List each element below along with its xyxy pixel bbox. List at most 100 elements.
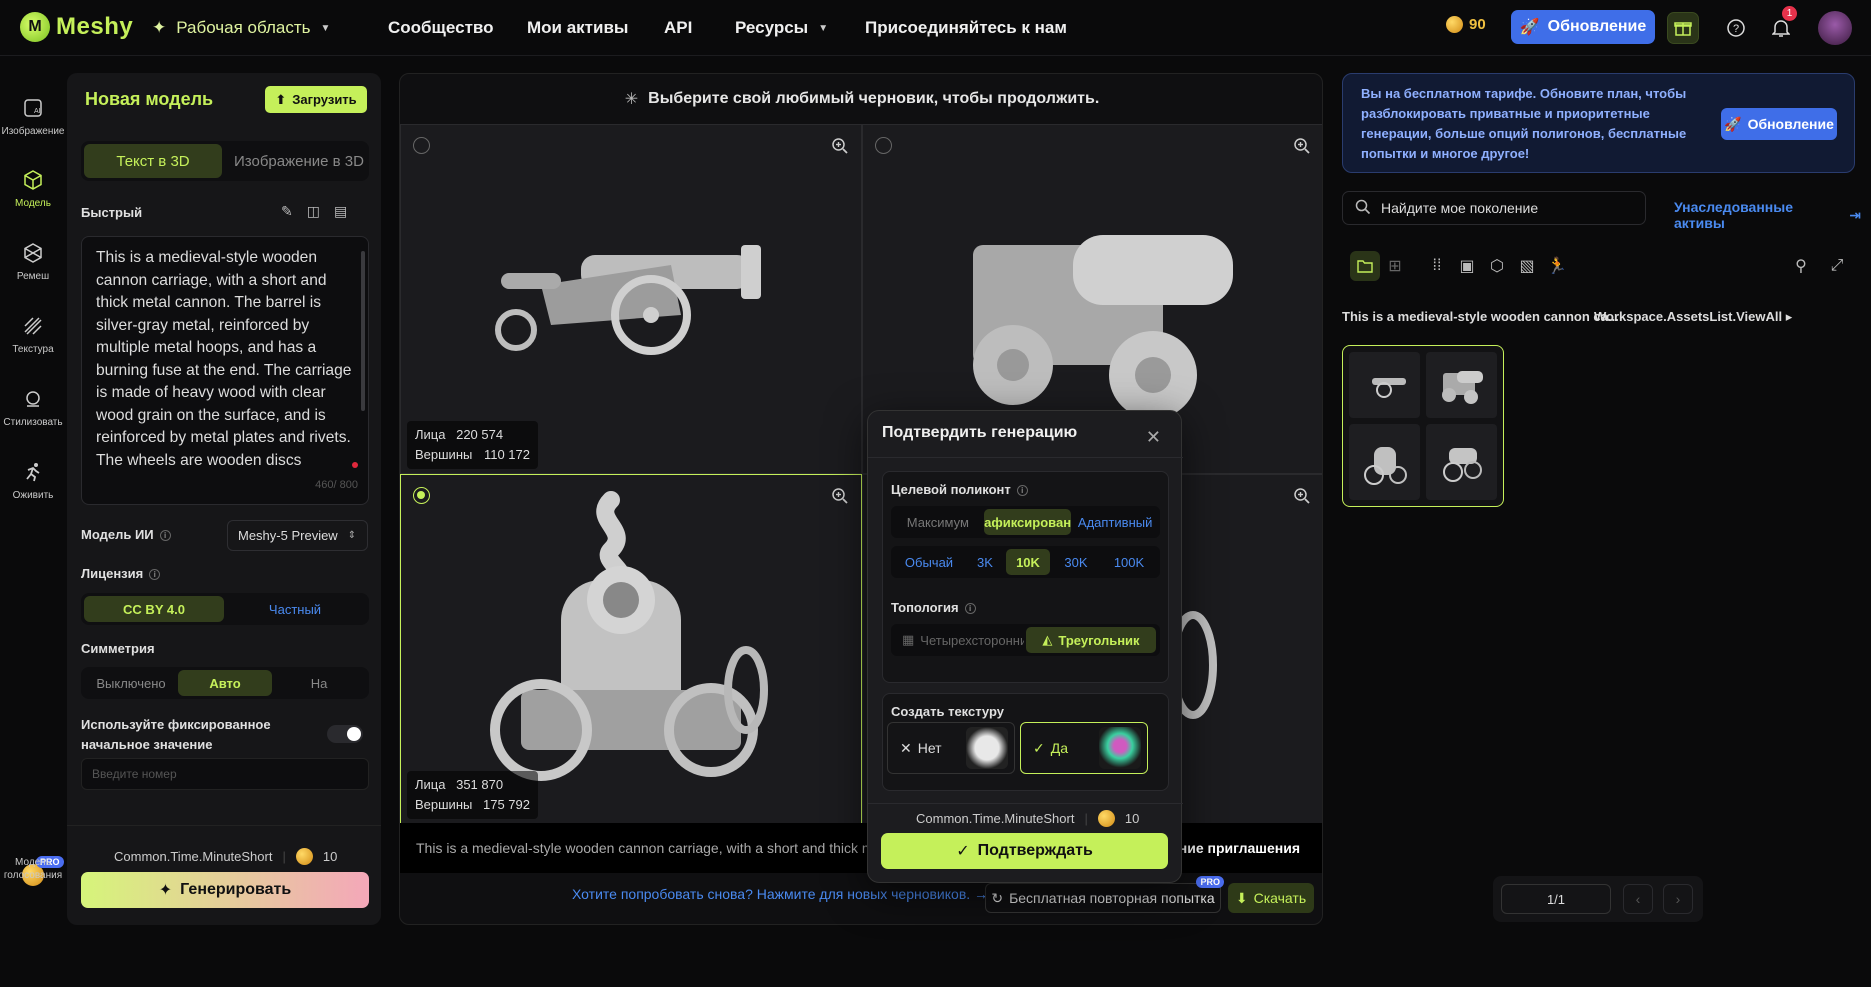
legacy-assets-link[interactable]: Унаследованные активы ⇥ (1674, 199, 1861, 231)
seed-toggle[interactable] (327, 725, 363, 743)
confirm-label: Подтверждать (977, 842, 1093, 859)
grid-icon[interactable]: ⊞ (1380, 251, 1410, 281)
texture-no[interactable]: ✕ Нет (887, 722, 1015, 774)
bell-icon[interactable]: 1 (1765, 6, 1797, 44)
symmetry-off[interactable]: Выключено (84, 670, 178, 696)
tab-image-to-3d[interactable]: Изображение в 3D (222, 144, 366, 178)
nav-assets[interactable]: Мои активы (527, 0, 628, 56)
magic-wand-icon[interactable]: ✎ (281, 203, 293, 220)
poly-max[interactable]: Максимум (894, 509, 982, 535)
asset-card[interactable] (1342, 345, 1504, 507)
texture-yes[interactable]: ✓ Да (1020, 722, 1148, 774)
prompt-textarea[interactable]: This is a medieval-style wooden cannon c… (81, 236, 369, 505)
poly-section: Целевой поликонт i Максимум Зафиксировано… (882, 471, 1169, 683)
verts-label: Вершины (415, 447, 473, 462)
count-100k[interactable]: 100K (1102, 549, 1156, 575)
symmetry-on[interactable]: На (272, 670, 366, 696)
info-icon[interactable]: i (1016, 485, 1028, 497)
rail-model[interactable]: Модель (0, 168, 66, 209)
faces-value: 351 870 (456, 777, 504, 792)
filter-icon[interactable]: ⚲ (1786, 251, 1816, 281)
image-icon[interactable]: ▣ (1452, 251, 1482, 281)
rail-remesh[interactable]: Ремеш (0, 241, 66, 282)
upload-button[interactable]: ⬆ Загрузить (265, 86, 367, 113)
info-icon[interactable]: i (149, 569, 161, 581)
rocket-icon: 🚀 (1724, 116, 1742, 132)
rail-remesh-label: Ремеш (16, 271, 50, 282)
time-estimate: Common.Time.MinuteShort (916, 811, 1075, 826)
rail-image[interactable]: AI Изображение (0, 96, 66, 137)
cube-icon[interactable]: ⬡ (1482, 251, 1512, 281)
poly-adaptive[interactable]: Адаптивный (1073, 509, 1157, 535)
texture-icon[interactable]: ▧ (1512, 251, 1542, 281)
view-all-link[interactable]: Workspace.AssetsList.ViewAll ▸ (1594, 309, 1792, 325)
zoom-icon[interactable] (831, 137, 849, 155)
nav-community[interactable]: Сообщество (388, 0, 494, 56)
gift-icon[interactable] (1667, 12, 1699, 44)
coin-icon (1097, 810, 1115, 827)
count-custom[interactable]: Обычай (894, 549, 964, 575)
confirm-button[interactable]: ✓ Подтверждать (881, 833, 1168, 869)
svg-text:?: ? (1733, 23, 1739, 35)
notification-badge: 1 (1782, 6, 1797, 21)
nav-join[interactable]: Присоединяйтесь к нам (865, 0, 1067, 56)
rail-animate[interactable]: Оживить (0, 460, 66, 501)
info-icon[interactable]: i (964, 603, 976, 615)
prompt-text: This is a medieval-style wooden cannon c… (96, 249, 352, 469)
draft-1[interactable]: Лица 220 574 Вершины 110 172 (400, 124, 862, 474)
zoom-icon[interactable] (1293, 487, 1311, 505)
draft-radio[interactable] (875, 137, 892, 154)
close-icon[interactable]: ✕ (1146, 427, 1161, 448)
all-types-icon[interactable]: ⁞⁞ (1422, 251, 1452, 281)
count-30k[interactable]: 30K (1052, 549, 1100, 575)
rail-texture[interactable]: Текстура (0, 314, 66, 355)
prompt-scrollbar[interactable] (361, 251, 365, 411)
page-input[interactable]: 1/1 (1501, 884, 1611, 914)
nav-api[interactable]: API (664, 0, 692, 56)
rail-vote-label[interactable]: Модель голосования (0, 856, 66, 882)
tab-text-to-3d[interactable]: Текст в 3D (84, 144, 222, 178)
license-private[interactable]: Частный (224, 596, 366, 622)
seed-input[interactable]: Введите номер (81, 758, 369, 790)
symmetry-auto[interactable]: Авто (178, 670, 272, 696)
animate-icon[interactable]: 🏃 (1542, 251, 1572, 281)
info-icon[interactable]: i (159, 530, 171, 542)
search-box[interactable]: Найдите мое поколение (1342, 191, 1646, 225)
ai-model-select[interactable]: Meshy-5 Preview ⇕ (227, 520, 368, 551)
draft-3[interactable]: Лица 351 870 Вершины 175 792 (400, 474, 862, 824)
next-page-icon[interactable]: › (1663, 884, 1693, 914)
generate-button[interactable]: ✦ Генерировать (81, 872, 369, 908)
count-3k[interactable]: 3K (966, 549, 1004, 575)
logo[interactable]: M Meshy (20, 12, 133, 42)
license-cc[interactable]: CC BY 4.0 (84, 596, 224, 622)
topo-quad[interactable]: ▦ Четырехсторонний (894, 627, 1024, 653)
nav-resources[interactable]: Ресурсы ▼ (735, 0, 828, 56)
folder-icon[interactable] (1350, 251, 1380, 281)
draft-radio-selected[interactable] (413, 487, 430, 504)
list-icon[interactable]: ▤ (334, 203, 347, 220)
split-icon[interactable]: ◫ (307, 203, 320, 220)
prev-page-icon[interactable]: ‹ (1623, 884, 1653, 914)
drafts-header: ✳ Выберите свой любимый черновик, чтобы … (400, 74, 1322, 124)
nav-workspace[interactable]: ✦ Рабочая область ▼ (152, 0, 330, 56)
nav-workspace-label: Рабочая область (176, 18, 311, 37)
help-icon[interactable]: ? (1720, 12, 1752, 44)
credits[interactable]: 90 (1446, 16, 1486, 33)
poly-fixed[interactable]: Зафиксировано (983, 509, 1072, 535)
zoom-icon[interactable] (1293, 137, 1311, 155)
download-button[interactable]: ⬇ Скачать (1228, 883, 1314, 913)
zoom-icon[interactable] (831, 487, 849, 505)
draft-radio[interactable] (413, 137, 430, 154)
expand-icon[interactable]: ⤢ (1822, 251, 1852, 281)
avatar[interactable] (1818, 11, 1852, 45)
count-10k[interactable]: 10K (1006, 549, 1050, 575)
upgrade-button[interactable]: 🚀 Обновление (1511, 10, 1655, 44)
quad-icon: ▦ (902, 632, 915, 647)
topo-triangle[interactable]: ◭ Треугольник (1026, 627, 1156, 653)
free-retry-button[interactable]: ↻ Бесплатная повторная попытка PRO (985, 876, 1224, 913)
invite-label[interactable]: ние приглашения (1179, 823, 1300, 873)
promo-upgrade-button[interactable]: 🚀 Обновление (1721, 108, 1837, 140)
search-icon (1355, 199, 1371, 218)
rail-stylize[interactable]: Стилизовать (0, 387, 66, 428)
retry-link[interactable]: Хотите попробовать снова? Нажмите для но… (572, 886, 988, 902)
